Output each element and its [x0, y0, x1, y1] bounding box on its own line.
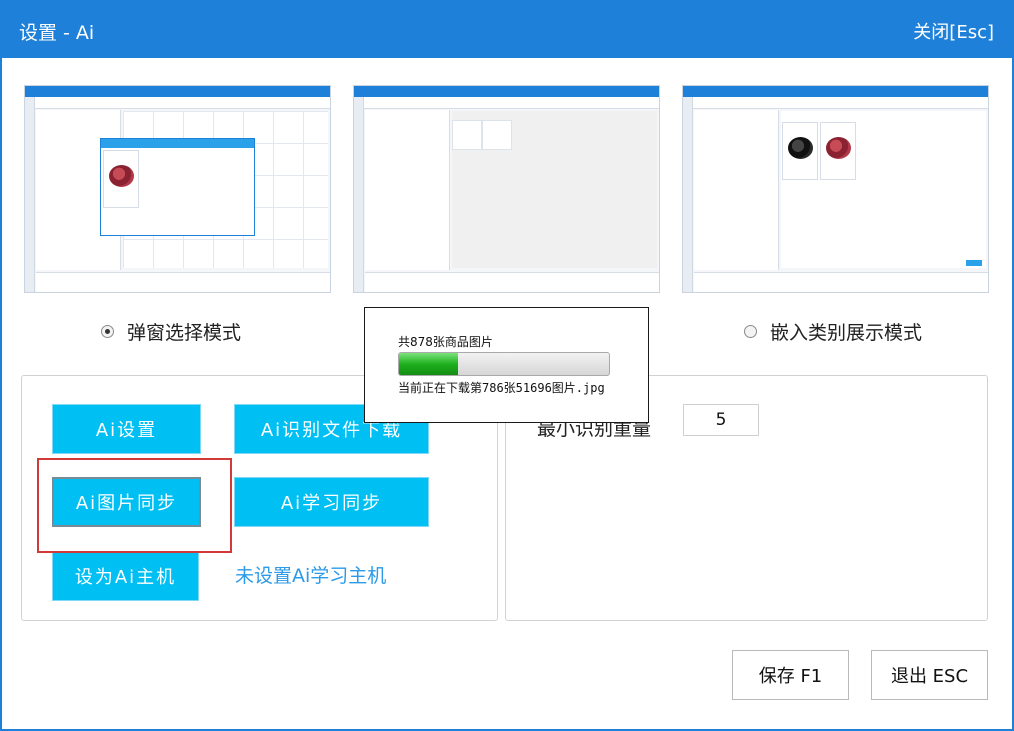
save-button[interactable]: 保存 F1 — [732, 650, 849, 700]
preview-dialog — [100, 138, 255, 236]
progress-fill — [399, 353, 458, 375]
radio-embedded-mode[interactable]: 嵌入类别展示模式 — [744, 318, 922, 345]
current-download-text: 当前正在下载第786张51696图片.jpg — [398, 381, 605, 395]
window-title: 设置 - Ai — [19, 22, 95, 44]
preview-popup-mode[interactable] — [24, 85, 331, 293]
exit-button[interactable]: 退出 ESC — [871, 650, 988, 700]
berry-image — [826, 137, 851, 159]
radio-embedded-mode-label: 嵌入类别展示模式 — [770, 322, 923, 344]
ai-settings-button[interactable]: Ai设置 — [52, 404, 201, 454]
berry-image — [109, 165, 134, 187]
ai-learn-sync-button[interactable]: Ai学习同步 — [234, 477, 429, 527]
black-berry-image — [788, 137, 813, 159]
radio-popup-mode[interactable]: 弹窗选择模式 — [101, 318, 241, 345]
preview-embedded-mode[interactable] — [682, 85, 989, 293]
total-images-text: 共878张商品图片 — [398, 335, 493, 349]
radio-button-checked[interactable] — [101, 325, 114, 338]
title-bar: 设置 - Ai 关闭[Esc] — [0, 0, 1014, 58]
set-main-host-button[interactable]: 设为Ai主机 — [52, 551, 199, 601]
radio-popup-mode-label: 弹窗选择模式 — [127, 322, 242, 344]
progress-bar — [398, 352, 610, 376]
radio-button[interactable] — [744, 325, 757, 338]
close-button[interactable]: 关闭[Esc] — [913, 18, 994, 44]
min-recognition-input[interactable] — [683, 404, 759, 436]
highlight-box — [37, 458, 232, 553]
host-status-text: 未设置Ai学习主机 — [235, 565, 387, 587]
preview-empty-mode[interactable] — [353, 85, 660, 293]
download-progress-dialog: 共878张商品图片 当前正在下载第786张51696图片.jpg — [364, 307, 649, 423]
